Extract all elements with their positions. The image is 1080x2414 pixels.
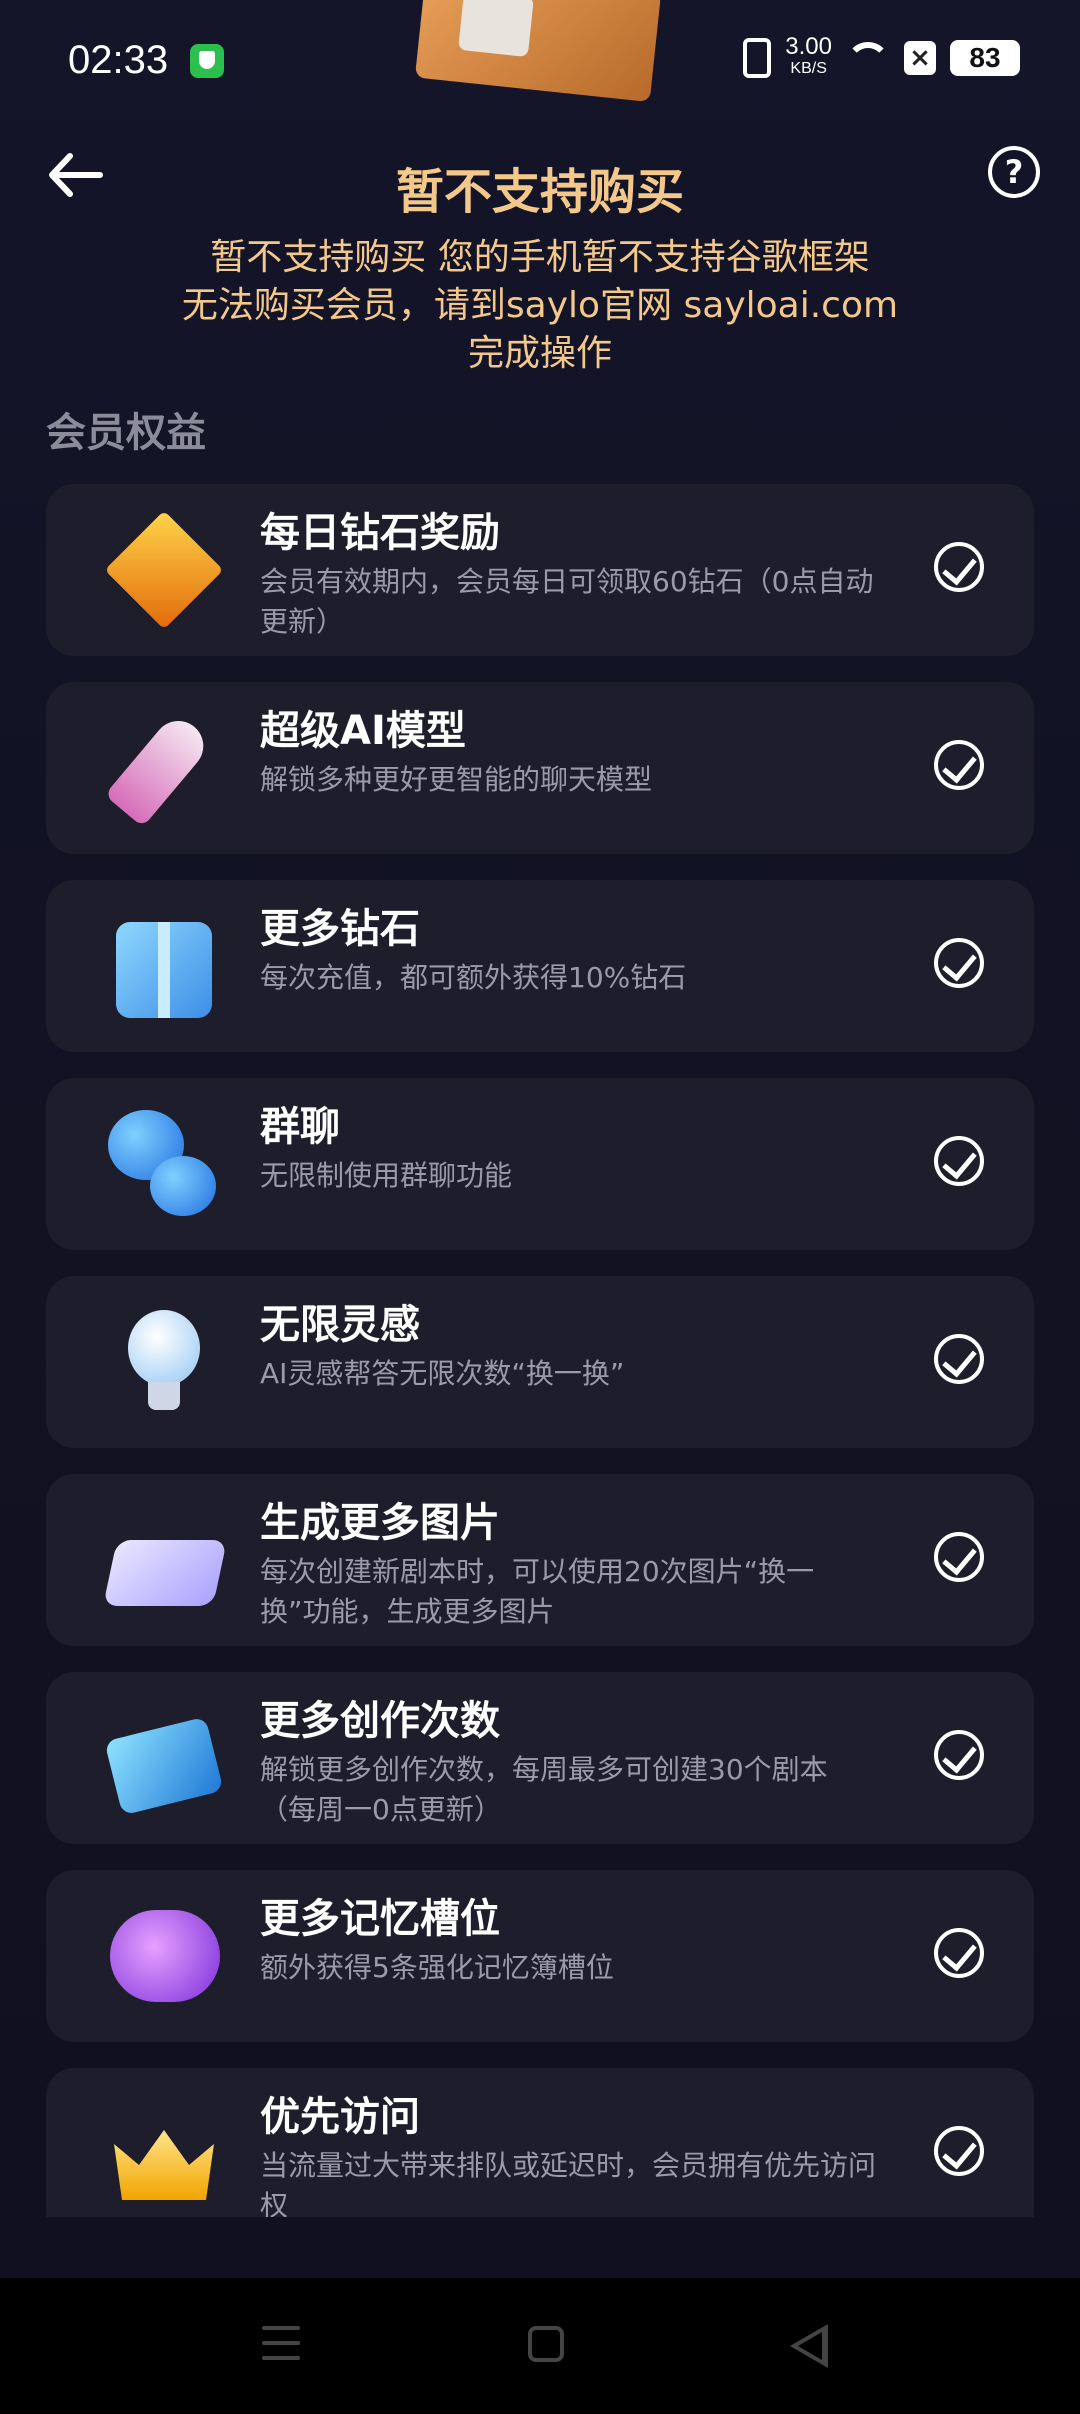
benefit-card: 无限灵感 AI灵感帮答无限次数“换一换” xyxy=(46,1276,1034,1448)
network-speed-unit: KB/S xyxy=(790,60,827,77)
network-speed-value: 3.00 xyxy=(785,33,832,60)
benefit-title: 无限灵感 xyxy=(260,1302,420,1348)
check-circle-icon xyxy=(934,740,984,790)
crown-icon xyxy=(104,2094,224,2214)
nav-back-icon[interactable] xyxy=(790,2324,828,2368)
vibrate-icon xyxy=(743,38,772,78)
benefit-card: 生成更多图片 每次创建新剧本时，可以使用20次图片“换一换”功能，生成更多图片 xyxy=(46,1474,1034,1646)
help-icon[interactable]: ? xyxy=(988,146,1040,198)
benefit-desc: 额外获得5条强化记忆簿槽位 xyxy=(260,1951,614,1984)
check-circle-icon xyxy=(934,2126,984,2176)
benefits-list[interactable]: 每日钻石奖励 会员有效期内，会员每日可领取60钻石（0点自动更新） 超级AI模型… xyxy=(46,484,1034,2217)
notice-line: 暂不支持购买 您的手机暂不支持谷歌框架 xyxy=(210,237,870,278)
check-circle-icon xyxy=(934,1730,984,1780)
benefit-title: 超级AI模型 xyxy=(260,708,466,754)
system-nav-bar xyxy=(0,2278,1080,2414)
brain-icon xyxy=(104,1896,224,2016)
benefit-desc: 会员有效期内，会员每日可领取60钻石（0点自动更新） xyxy=(260,565,874,638)
shield-icon xyxy=(190,44,224,78)
benefit-title: 更多钻石 xyxy=(260,906,420,952)
unsupported-notice: 暂不支持购买 您的手机暂不支持谷歌框架 无法购买会员，请到saylo官网 say… xyxy=(80,234,1000,378)
recent-apps-icon[interactable] xyxy=(262,2326,300,2360)
benefit-title: 优先访问 xyxy=(260,2094,420,2140)
benefit-card: 每日钻石奖励 会员有效期内，会员每日可领取60钻石（0点自动更新） xyxy=(46,484,1034,656)
check-circle-icon xyxy=(934,542,984,592)
benefit-card: 超级AI模型 解锁多种更好更智能的聊天模型 xyxy=(46,682,1034,854)
benefit-desc: 每次创建新剧本时，可以使用20次图片“换一换”功能，生成更多图片 xyxy=(260,1555,815,1628)
check-circle-icon xyxy=(934,1532,984,1582)
benefit-desc: 当流量过大带来排队或延迟时，会员拥有优先访问权 xyxy=(260,2149,877,2217)
gift-box-icon xyxy=(104,906,224,1026)
benefit-desc: 解锁更多创作次数，每周最多可创建30个剧本（每周一0点更新） xyxy=(260,1753,828,1826)
benefit-desc: 每次充值，都可额外获得10%钻石 xyxy=(260,961,687,994)
benefit-title: 每日钻石奖励 xyxy=(260,510,500,556)
benefit-card: 更多创作次数 解锁更多创作次数，每周最多可创建30个剧本（每周一0点更新） xyxy=(46,1672,1034,1844)
box-mascot-icon xyxy=(414,0,662,103)
benefit-card: 更多钻石 每次充值，都可额外获得10%钻石 xyxy=(46,880,1034,1052)
benefit-title: 生成更多图片 xyxy=(260,1500,500,1546)
section-title-benefits: 会员权益 xyxy=(46,410,206,456)
check-circle-icon xyxy=(934,1928,984,1978)
chat-bubbles-icon xyxy=(104,1104,224,1224)
diamond-icon xyxy=(104,510,224,630)
home-icon[interactable] xyxy=(528,2326,564,2362)
battery-level: 83 xyxy=(950,40,1020,76)
status-bar: 02:33 3.00 KB/S × 83 xyxy=(0,0,1080,120)
check-circle-icon xyxy=(934,1334,984,1384)
wifi-icon xyxy=(846,42,890,74)
benefit-title: 更多创作次数 xyxy=(260,1698,500,1744)
benefit-card: 群聊 无限制使用群聊功能 xyxy=(46,1078,1034,1250)
benefit-desc: 解锁多种更好更智能的聊天模型 xyxy=(260,763,653,796)
rocket-icon xyxy=(104,708,224,828)
no-sim-icon: × xyxy=(904,41,936,75)
benefit-title: 更多记忆槽位 xyxy=(260,1896,500,1942)
benefit-card: 更多记忆槽位 额外获得5条强化记忆簿槽位 xyxy=(46,1870,1034,2042)
page-title: 暂不支持购买 xyxy=(395,164,684,220)
status-indicators: 3.00 KB/S × 83 xyxy=(743,33,1020,80)
benefit-desc: 无限制使用群聊功能 xyxy=(260,1159,513,1192)
check-circle-icon xyxy=(934,938,984,988)
benefit-desc: AI灵感帮答无限次数“换一换” xyxy=(260,1357,625,1390)
notice-line: 无法购买会员，请到saylo官网 sayloai.com xyxy=(181,285,899,326)
status-time: 02:33 xyxy=(68,38,169,82)
palette-icon xyxy=(102,1500,228,1620)
lightbulb-icon xyxy=(104,1302,224,1422)
benefit-title: 群聊 xyxy=(260,1104,340,1150)
book-icon xyxy=(104,1698,224,1818)
benefit-card: 优先访问 当流量过大带来排队或延迟时，会员拥有优先访问权 xyxy=(46,2068,1034,2217)
check-circle-icon xyxy=(934,1136,984,1186)
notice-line: 完成操作 xyxy=(467,333,612,374)
network-speed: 3.00 KB/S xyxy=(785,33,832,80)
